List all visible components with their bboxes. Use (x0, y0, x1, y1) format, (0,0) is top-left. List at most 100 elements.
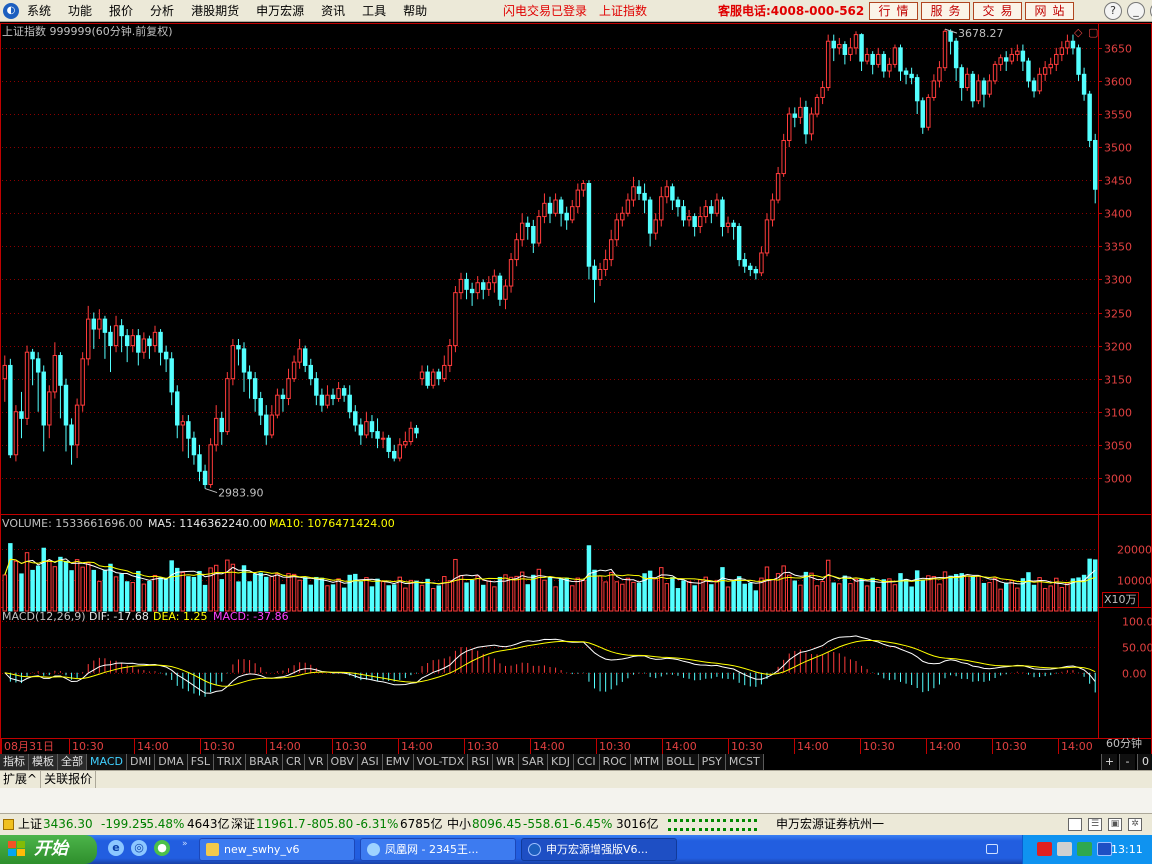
menu-analysis[interactable]: 分析 (149, 0, 175, 22)
task-browser[interactable]: 凤凰网 - 2345王... (360, 838, 516, 861)
tab-indicator[interactable]: 指标 (0, 754, 29, 770)
tab-macd[interactable]: MACD (87, 754, 127, 770)
menu-swhy[interactable]: 申万宏源 (255, 0, 305, 22)
tray-icons (1037, 842, 1112, 856)
sz-index-name[interactable]: 深证 (231, 814, 255, 835)
task-folder[interactable]: new_swhy_v6 (199, 838, 355, 861)
tab-dmi[interactable]: DMI (126, 754, 156, 770)
360-icon[interactable]: ● (154, 840, 170, 856)
settings-icon[interactable]: ✲ (1128, 818, 1142, 831)
tab-all[interactable]: 全部 (58, 754, 87, 770)
signal-icon[interactable]: ☰ (1088, 818, 1102, 831)
browser-icon[interactable]: ◎ (131, 840, 147, 856)
volume-bar (953, 574, 959, 612)
tab-vol-tdx[interactable]: VOL-TDX (413, 754, 469, 770)
candle-body (575, 189, 581, 208)
candle-body (436, 371, 441, 380)
website-button[interactable]: 网站 (1025, 2, 1074, 20)
zoom-out-button[interactable]: - (1119, 754, 1135, 770)
shield-tray-icon[interactable] (1077, 842, 1092, 856)
chart-area[interactable]: 3000 3050 3100 3150 3200 3250 3300 3350 3400 3450… (0, 23, 1152, 756)
menu-news[interactable]: 资讯 (320, 0, 346, 22)
lock-icon[interactable]: ▣ (1108, 818, 1122, 831)
candle-body (341, 388, 347, 396)
volume-ma5-label: MA5: 1146362240.00 (148, 517, 267, 530)
tab-mcst[interactable]: MCST (725, 754, 764, 770)
app-logo-icon[interactable]: ◐ (3, 3, 19, 19)
tab-sar[interactable]: SAR (518, 754, 549, 770)
volume-bar (965, 575, 970, 612)
candle-body (297, 348, 302, 363)
candle-body (859, 34, 864, 62)
network-tray-icon[interactable] (1057, 842, 1072, 856)
tab-psy[interactable]: PSY (698, 754, 726, 770)
volume-bar (102, 569, 108, 612)
candle-body (731, 222, 736, 227)
start-button[interactable]: 开始 (0, 835, 97, 864)
sh-index-name[interactable]: 上证 (18, 814, 42, 835)
tab-template[interactable]: 模板 (29, 754, 58, 770)
menu-system[interactable]: 系统 (26, 0, 52, 22)
tab-obv[interactable]: OBV (327, 754, 358, 770)
volume-bar (458, 574, 464, 612)
menu-tools[interactable]: 工具 (361, 0, 387, 22)
candle-body (169, 358, 174, 393)
tab-trix[interactable]: TRIX (213, 754, 247, 770)
quick-launch-expand-icon[interactable]: » (182, 839, 188, 849)
candle-body (369, 421, 375, 433)
macd-dif-line (4, 635, 1096, 694)
volume-bar (1087, 558, 1092, 612)
tab-asi[interactable]: ASI (357, 754, 383, 770)
ticker-menu-icon[interactable] (3, 819, 14, 830)
volume-bar (814, 585, 820, 612)
tab-cci[interactable]: CCI (573, 754, 600, 770)
tab-rsi[interactable]: RSI (468, 754, 494, 770)
tab-expand[interactable]: 扩展^ (0, 771, 42, 788)
menu-hk-futures[interactable]: 港股期货 (190, 0, 240, 22)
keyboard-icon[interactable] (986, 844, 998, 854)
sz-index-pct: -6.31% (356, 817, 399, 831)
volume-tray-icon[interactable] (1097, 842, 1112, 856)
candle-body (163, 351, 169, 360)
candle-body (442, 364, 447, 380)
volume-bar (230, 563, 236, 612)
period-label[interactable]: 60分钟 (1106, 737, 1142, 751)
tab-related-quote[interactable]: 关联报价 (41, 771, 97, 788)
tab-roc[interactable]: ROC (599, 754, 631, 770)
tab-kdj[interactable]: KDJ (548, 754, 574, 770)
candle-body (798, 106, 803, 118)
zx-index-name[interactable]: 中小 (447, 814, 471, 835)
service-button[interactable]: 服务 (921, 2, 970, 20)
candle-body (319, 394, 325, 406)
tab-wr[interactable]: WR (493, 754, 519, 770)
volume-bar (386, 585, 391, 612)
tab-mtm[interactable]: MTM (630, 754, 664, 770)
tab-fsl[interactable]: FSL (187, 754, 214, 770)
note-icon[interactable] (1068, 818, 1082, 831)
tab-brar[interactable]: BRAR (246, 754, 284, 770)
ie-icon[interactable]: e (108, 840, 124, 856)
volume-bar (725, 586, 731, 612)
candle-body (252, 378, 258, 400)
minimize-icon[interactable]: _ (1127, 2, 1145, 20)
tab-boll[interactable]: BOLL (663, 754, 699, 770)
tab-dma[interactable]: DMA (155, 754, 188, 770)
market-button[interactable]: 行情 (869, 2, 918, 20)
clock[interactable]: 13:11 (1111, 835, 1143, 864)
tab-emv[interactable]: EMV (382, 754, 414, 770)
login-status[interactable]: 闪电交易已登录 (503, 0, 587, 22)
zoom-reset-button[interactable]: 0 (1137, 754, 1152, 770)
volume-bar (970, 576, 976, 612)
flag-tray-icon[interactable] (1037, 842, 1052, 856)
zoom-in-button[interactable]: + (1101, 754, 1117, 770)
menu-quote[interactable]: 报价 (108, 0, 134, 22)
task-trading-app[interactable]: 申万宏源增强版V6... (521, 838, 677, 861)
menu-function[interactable]: 功能 (67, 0, 93, 22)
tab-vr[interactable]: VR (305, 754, 328, 770)
chart-canvas[interactable]: 3000 3050 3100 3150 3200 3250 3300 3350 3400 3450… (0, 23, 1152, 756)
menu-help[interactable]: 帮助 (402, 0, 428, 22)
trade-button[interactable]: 交易 (973, 2, 1022, 20)
tab-cr[interactable]: CR (283, 754, 306, 770)
price-axis-label: 3200 (1104, 341, 1132, 354)
help-icon[interactable]: ? (1104, 2, 1122, 20)
